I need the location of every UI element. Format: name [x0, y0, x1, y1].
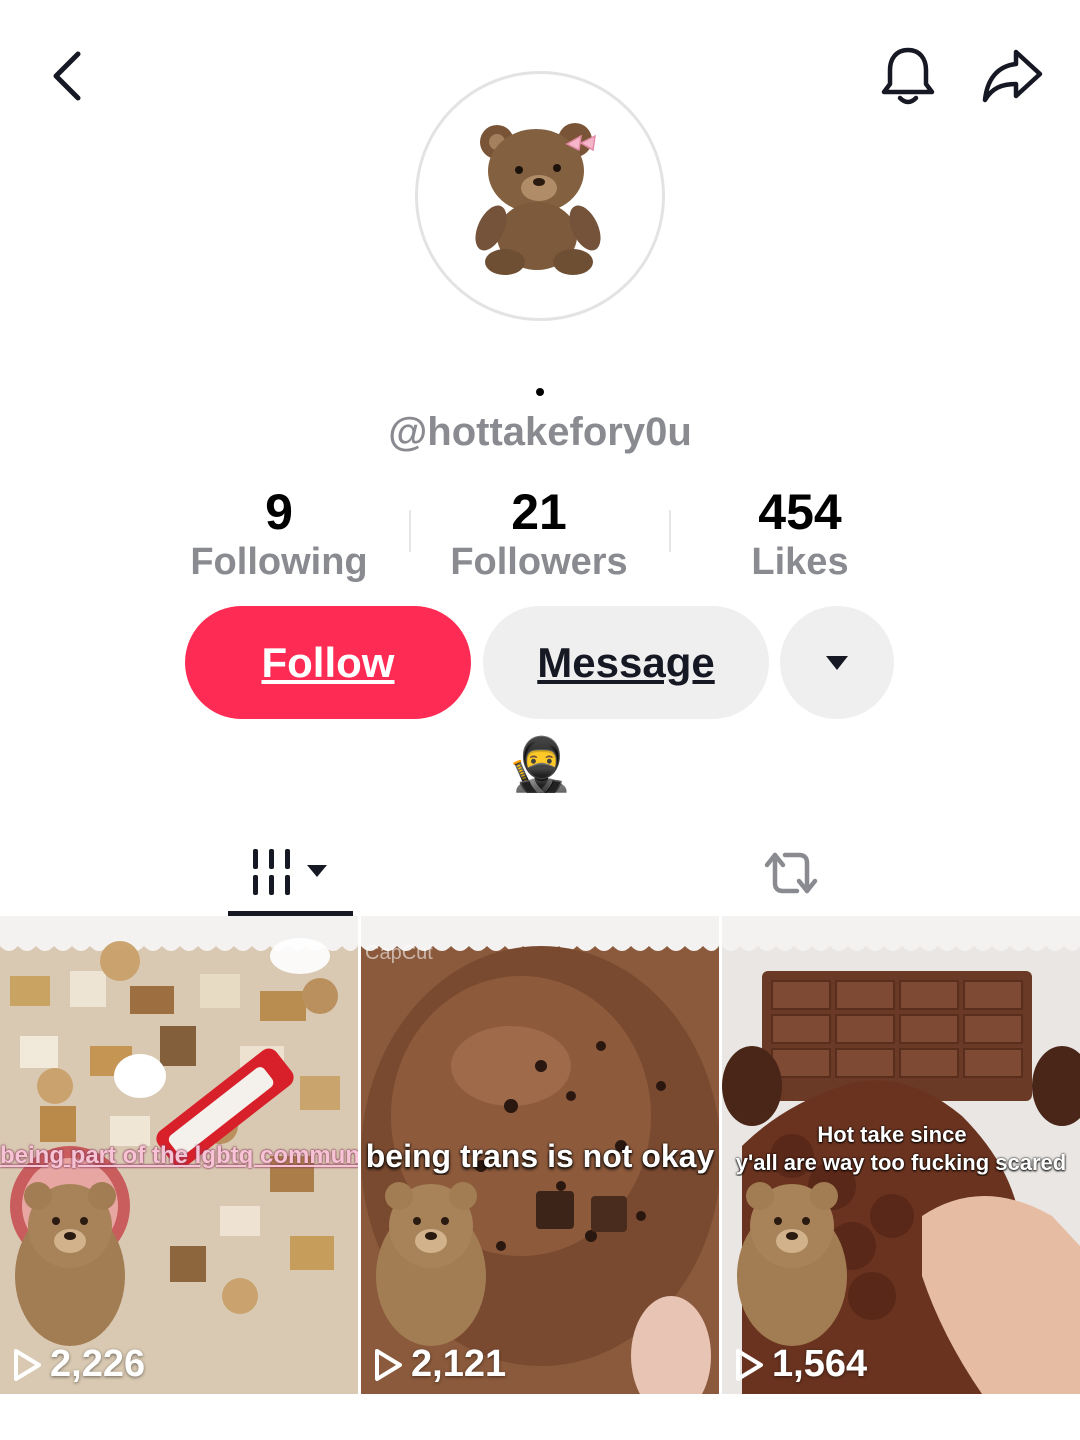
play-icon — [375, 1348, 402, 1381]
stat-value: 9 — [265, 484, 293, 540]
back-button[interactable] — [32, 40, 104, 112]
video-caption-line-1: Hot take since — [817, 1122, 967, 1147]
caret-down-icon — [826, 655, 848, 670]
video-thumbnail[interactable]: Hot take since y'all are way too fucking… — [722, 916, 1080, 1394]
play-icon — [736, 1348, 763, 1381]
stat-label: Followers — [450, 541, 628, 583]
message-button[interactable]: Message — [483, 606, 769, 719]
play-icon — [14, 1348, 41, 1381]
username: @hottakefory0u — [388, 410, 692, 454]
display-name: • — [535, 376, 545, 407]
followers-count[interactable]: 21 Followers — [409, 484, 669, 584]
likes-count[interactable]: 454 Likes — [670, 484, 930, 584]
stat-label: Following — [190, 541, 368, 583]
tab-reposts[interactable] — [728, 830, 853, 916]
tab-videos[interactable] — [228, 830, 353, 916]
video-watermark: CapCut — [365, 942, 433, 964]
view-count: 1,564 — [734, 1343, 867, 1386]
videos-grid-icon — [252, 849, 327, 895]
stat-label: Likes — [751, 541, 849, 583]
share-arrow-icon — [982, 49, 1043, 103]
profile-avatar[interactable] — [415, 71, 665, 321]
notification-bell-button[interactable] — [872, 40, 944, 112]
profile-bio: 🥷 — [507, 736, 573, 794]
video-caption: being trans is not okay — [365, 1138, 715, 1174]
video-thumbnail[interactable]: CapCut being trans is not okay 2,121 — [361, 916, 719, 1394]
video-thumbnail[interactable]: being part of the lgbtq community 2,226 — [0, 916, 358, 1394]
teddy-bear-avatar-image — [475, 123, 601, 275]
view-count-value: 2,121 — [411, 1343, 507, 1385]
video-caption: being part of the lgbtq community — [0, 1142, 358, 1169]
chevron-left-icon — [53, 51, 81, 101]
stat-value: 21 — [511, 484, 567, 540]
follow-button[interactable]: Follow — [185, 606, 471, 719]
bell-icon — [881, 47, 935, 105]
video-caption-line-2: y'all are way too fucking scared — [735, 1150, 1067, 1175]
stat-value: 454 — [758, 484, 842, 540]
following-count[interactable]: 9 Following — [149, 484, 409, 584]
repost-icon — [764, 852, 817, 894]
video-grid: being part of the lgbtq community 2,226 — [0, 916, 1080, 1394]
view-count-value: 1,564 — [772, 1343, 868, 1385]
share-button[interactable] — [976, 40, 1048, 112]
view-count-value: 2,226 — [50, 1343, 146, 1385]
more-options-button[interactable] — [780, 606, 894, 719]
view-count: 2,226 — [12, 1343, 145, 1386]
view-count: 2,121 — [373, 1343, 506, 1386]
